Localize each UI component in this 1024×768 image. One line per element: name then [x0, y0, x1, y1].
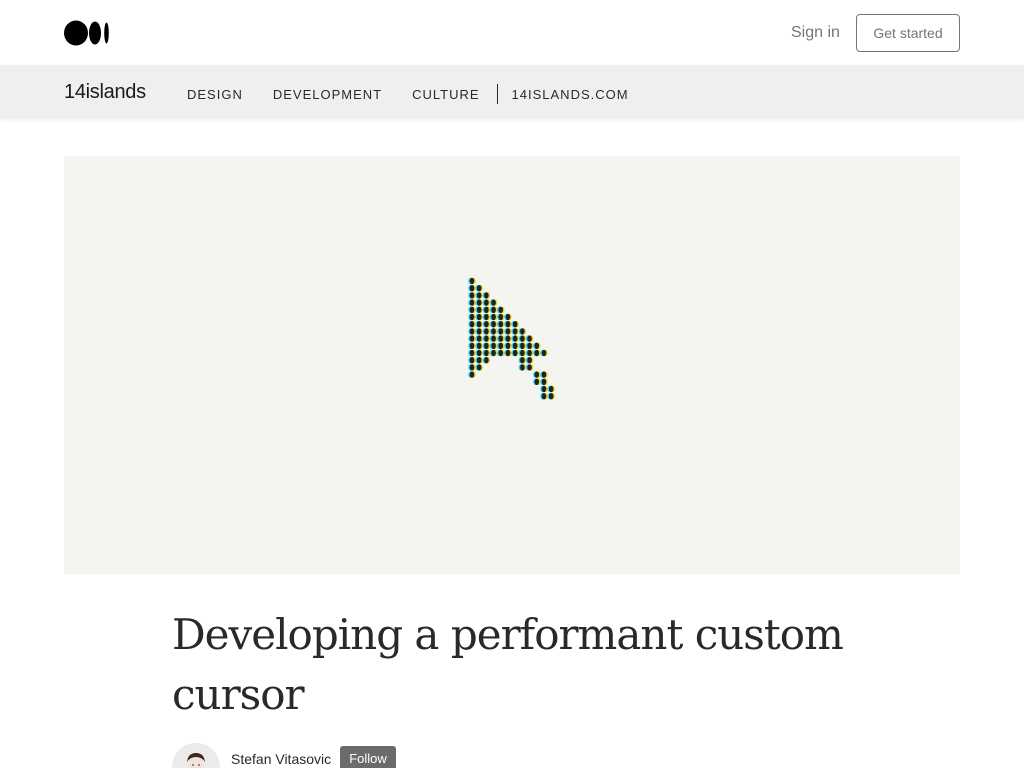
get-started-button[interactable]: Get started [856, 14, 960, 52]
author-name[interactable]: Stefan Vitasovic [231, 751, 331, 767]
sign-in-link[interactable]: Sign in [791, 24, 840, 42]
medium-logo-icon[interactable] [64, 20, 110, 46]
nav-divider [496, 84, 498, 104]
nav-item-14islands-com[interactable]: 14ISLANDS.COM [512, 87, 629, 102]
nav-item-development[interactable]: DEVELOPMENT [273, 87, 382, 102]
article-title: Developing a performant custom cursor [172, 610, 844, 719]
nav-item-design[interactable]: DESIGN [187, 87, 243, 102]
top-bar: Sign in Get started [0, 0, 1024, 65]
author-avatar[interactable] [172, 743, 220, 768]
hero-image [64, 156, 960, 574]
nav-item-culture[interactable]: CULTURE [412, 87, 479, 102]
publication-bar: 14islands DESIGN DEVELOPMENT CULTURE 14I… [0, 65, 1024, 119]
follow-button[interactable]: Follow [340, 746, 396, 768]
publication-nav: DESIGN DEVELOPMENT CULTURE 14ISLANDS.COM [187, 84, 659, 104]
pixel-cursor-arrow-icon [468, 277, 555, 400]
publication-name[interactable]: 14islands [64, 81, 146, 104]
